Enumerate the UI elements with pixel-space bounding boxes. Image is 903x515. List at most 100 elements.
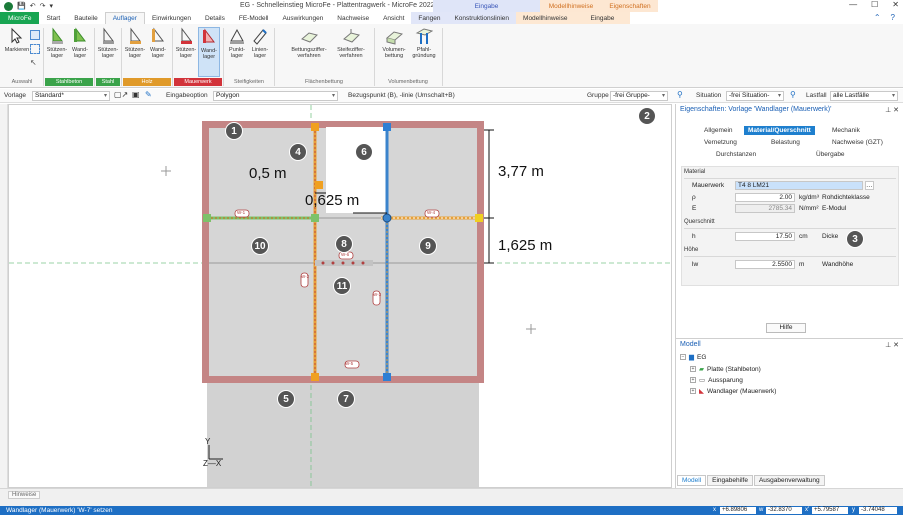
wall-support-icon: [71, 27, 89, 45]
tree-item-wandlager[interactable]: + ◣ Wandlager (Mauerwerk): [690, 387, 776, 395]
customize-qat-icon[interactable]: ▾: [49, 2, 53, 10]
holz-wandlager-button[interactable]: Wand- lager: [147, 27, 169, 59]
bezugspunkt-label[interactable]: Bezugspunkt (B), -linie (Umschalt+B): [348, 92, 455, 99]
volumenbettung-button[interactable]: Volumen- bettung: [380, 27, 408, 59]
app-logo-icon[interactable]: [4, 1, 13, 11]
linienlager-button[interactable]: Linien- lager: [249, 27, 271, 59]
select-poly-icon[interactable]: [30, 44, 40, 54]
select-cursor-icon[interactable]: ↖: [30, 58, 37, 67]
situation-select[interactable]: -frei Situation-: [726, 91, 784, 101]
rho-input[interactable]: 2.00: [735, 193, 795, 202]
save-icon[interactable]: 💾: [17, 2, 26, 10]
holz-stuetzenlager-button[interactable]: Stützen- lager: [124, 27, 146, 59]
e-description: E-Modul: [822, 205, 847, 212]
tab-fe-modell[interactable]: FE-Modell: [232, 12, 276, 24]
stahlbeton-wandlager-button[interactable]: Wand- lager: [69, 27, 91, 59]
wall-tag-w5[interactable]: W-5: [345, 361, 353, 366]
pipette-icon[interactable]: ✎: [145, 90, 152, 99]
select-rect-icon[interactable]: [30, 30, 40, 40]
wall-tag-w1[interactable]: W-1: [237, 210, 245, 215]
tab-konstruktionslinien[interactable]: Konstruktionslinien: [447, 12, 517, 24]
tab-modellhinweise[interactable]: Modellhinweise: [516, 12, 575, 24]
lastfall-filter-icon[interactable]: ⚲: [790, 90, 796, 99]
h-description: Dicke: [822, 233, 839, 240]
ptab-nachweise-gzt[interactable]: Nachweise (GZT): [832, 139, 883, 146]
wall-tag-w2[interactable]: W-2: [301, 274, 309, 279]
tab-auswirkungen[interactable]: Auswirkungen: [275, 12, 330, 24]
help-icon[interactable]: ?: [891, 13, 895, 22]
model-pin-close-icon[interactable]: ⊥ ✕: [885, 341, 899, 349]
lastfall-select[interactable]: alle Lastfälle: [830, 91, 898, 101]
wall-support-masonry-icon: [200, 28, 218, 46]
maximize-button[interactable]: ☐: [871, 0, 878, 9]
tab-eingabe[interactable]: Eingabe: [574, 12, 631, 24]
collapse-icon[interactable]: −: [680, 354, 686, 360]
expand-icon[interactable]: +: [690, 366, 696, 372]
pfahlgruendung-button[interactable]: Pfahl- gründung: [410, 27, 438, 59]
tree-root-eg[interactable]: − ▆ EG: [680, 353, 706, 361]
stahlbeton-stuetzenlager-button[interactable]: Stützen- lager: [46, 27, 68, 59]
btab-eingabehilfe[interactable]: Eingabehilfe: [707, 475, 753, 486]
situation-filter-icon[interactable]: ⚲: [677, 90, 683, 99]
ptab-durchstanzen[interactable]: Durchstanzen: [716, 151, 756, 158]
ptab-uebergabe[interactable]: Übergabe: [816, 151, 845, 158]
hilfe-button[interactable]: Hilfe: [766, 323, 806, 333]
drawing-canvas[interactable]: 0,5 m 0,625 m 3,77 m 1,625 m W-1 W-4 W-6…: [8, 104, 672, 488]
template-edit-icon[interactable]: ▢↗: [114, 90, 128, 99]
expand-icon[interactable]: +: [690, 377, 696, 383]
tree-item-aussparung[interactable]: + ▭ Aussparung: [690, 376, 743, 384]
mauerwerk-wandlager-button[interactable]: Wand- lager: [198, 27, 220, 77]
close-button[interactable]: ✕: [892, 0, 899, 9]
tab-fangen[interactable]: Fangen: [411, 12, 448, 24]
ptab-belastung[interactable]: Belastung: [771, 139, 800, 146]
mauerwerk-stuetzenlager-button[interactable]: Stützen- lager: [175, 27, 197, 59]
lw-input[interactable]: 2.5500: [735, 260, 795, 269]
tree-item-platte[interactable]: + ▰ Platte (Stahlbeton): [690, 365, 761, 373]
column-support-steel-icon: [99, 27, 117, 45]
lw-label: lw: [692, 261, 699, 268]
tab-einwirkungen[interactable]: Einwirkungen: [145, 12, 198, 24]
mauerwerk-select[interactable]: T4 8 LM21: [735, 181, 863, 190]
ptab-allgemein[interactable]: Allgemein: [704, 127, 733, 134]
template-save-icon[interactable]: ▣: [132, 90, 140, 99]
pin-close-icon[interactable]: ⊥ ✕: [885, 106, 899, 114]
column-support-icon: [48, 27, 66, 45]
bettungsziffer-button[interactable]: Bettungsziffer- verfahren: [290, 27, 328, 59]
stahl-stuetzenlager-button[interactable]: Stützen- lager: [97, 27, 119, 59]
tab-bauteile[interactable]: Bauteile: [67, 12, 105, 24]
btab-modell[interactable]: Modell: [677, 475, 707, 486]
opening-icon: ▭: [699, 377, 706, 384]
hinweise-tab[interactable]: Hinweise: [8, 491, 41, 499]
tab-microfe[interactable]: MicroFe: [0, 12, 40, 24]
eingabeoption-select[interactable]: Polygon: [213, 91, 338, 101]
group-stahl: Stahl: [96, 78, 120, 86]
undo-icon[interactable]: ↶: [30, 2, 36, 10]
ptab-vernetzung[interactable]: Vernetzung: [704, 139, 737, 146]
punktlager-button[interactable]: Punkt- lager: [226, 27, 248, 59]
ptab-mechanik[interactable]: Mechanik: [832, 127, 860, 134]
btab-ausgabenverwaltung[interactable]: Ausgabenverwaltung: [753, 475, 825, 486]
expand-icon[interactable]: +: [690, 388, 696, 394]
steifeziffer-button[interactable]: Steifeziffer- verfahren: [332, 27, 370, 59]
e-unit: N/mm²: [799, 205, 819, 212]
group-auswahl: Auswahl: [11, 79, 33, 85]
collapse-ribbon-icon[interactable]: ⌃: [874, 13, 881, 22]
ptab-material-querschnitt[interactable]: Material/Querschnitt: [744, 126, 815, 135]
tab-details[interactable]: Details: [198, 12, 232, 24]
status-text: Wandlager (Mauerwerk) 'W-7' setzen: [6, 507, 113, 514]
pile-foundation-icon: [415, 27, 434, 45]
tab-ansicht[interactable]: Ansicht: [376, 12, 411, 24]
vorlage-select[interactable]: Standard*: [32, 91, 110, 101]
wall-tag-w3[interactable]: W-3: [373, 292, 381, 297]
tab-auflager[interactable]: Auflager: [104, 12, 145, 24]
h-input[interactable]: 17.50: [735, 232, 795, 241]
minimize-button[interactable]: —: [849, 0, 857, 9]
redo-icon[interactable]: ↷: [40, 2, 46, 10]
markieren-button[interactable]: Markieren: [4, 27, 30, 53]
wall-tag-w4[interactable]: W-4: [427, 210, 435, 215]
tab-nachweise[interactable]: Nachweise: [330, 12, 376, 24]
group-flaechenbettung: Flächenbettung: [305, 79, 343, 85]
mauerwerk-more-button[interactable]: …: [865, 181, 874, 190]
gruppe-select[interactable]: -frei Gruppe-: [610, 91, 668, 101]
tab-start[interactable]: Start: [39, 12, 67, 24]
